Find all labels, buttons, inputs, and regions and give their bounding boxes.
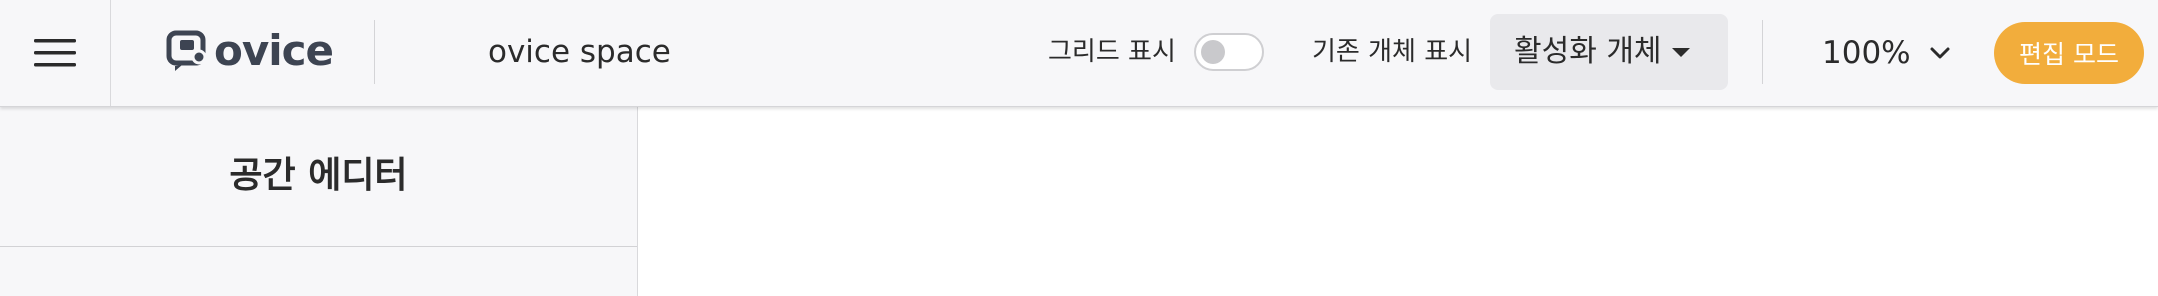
panel-title: 공간 에디터: [229, 155, 408, 196]
top-toolbar: ovice ovice space 그리드 표시 기존 개체 표시 활성화 개체…: [0, 0, 2158, 107]
caret-down-icon: [1672, 48, 1690, 57]
chevron-down-icon: [1930, 47, 1950, 59]
zoom-dropdown[interactable]: 100%: [1822, 30, 1951, 76]
edit-mode-button[interactable]: 편집 모드: [1994, 22, 2144, 84]
zoom-value: 100%: [1822, 35, 1911, 71]
space-name: ovice space: [488, 34, 671, 70]
logo-text: ovice: [214, 26, 334, 75]
hamburger-menu-icon: [34, 39, 76, 67]
header-divider: [1762, 20, 1763, 84]
header-divider: [374, 20, 375, 84]
menu-button[interactable]: [0, 0, 111, 106]
panel-divider: [0, 246, 637, 247]
legacy-objects-selected-value: 활성화 개체: [1514, 34, 1662, 69]
grid-toggle-knob: [1201, 40, 1225, 64]
editor-canvas[interactable]: [638, 107, 2158, 296]
legacy-objects-label: 기존 개체 표시: [1312, 37, 1473, 67]
space-editor-panel: 공간 에디터: [0, 107, 638, 296]
grid-toggle-label: 그리드 표시: [1048, 37, 1176, 67]
legacy-objects-select[interactable]: 활성화 개체: [1490, 14, 1728, 90]
grid-toggle[interactable]: [1194, 33, 1264, 71]
ovice-logo[interactable]: ovice: [166, 26, 334, 76]
ovice-logo-icon: [166, 30, 207, 71]
